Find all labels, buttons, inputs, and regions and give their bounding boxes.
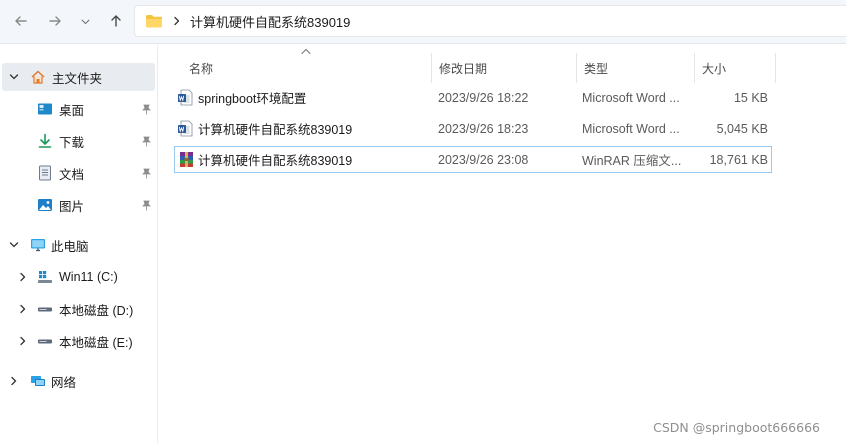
arrow-left-icon: [15, 16, 27, 26]
pin-icon[interactable]: [141, 168, 152, 179]
file-name: 计算机硬件自配系统839019: [198, 123, 353, 137]
chevron-right-icon[interactable]: [18, 304, 28, 314]
word-document-icon: [177, 89, 194, 106]
sidebar-item-label: 本地磁盘 (D:): [59, 303, 134, 318]
file-row-selected[interactable]: 计算机硬件自配系统839019 2023/9/26 23:08 WinRAR 压…: [174, 146, 772, 173]
file-name: 计算机硬件自配系统839019: [198, 154, 353, 168]
address-bar[interactable]: 计算机硬件自配系统839019: [134, 5, 846, 37]
sidebar-item-label: 主文件夹: [52, 71, 103, 86]
back-button[interactable]: [6, 6, 36, 36]
drive-icon: [37, 333, 53, 349]
up-button[interactable]: [101, 6, 131, 36]
file-size: 18,761 KB: [709, 152, 768, 167]
word-document-icon: [177, 120, 194, 137]
file-row[interactable]: 计算机硬件自配系统839019 2023/9/26 18:23 Microsof…: [174, 116, 772, 143]
folder-icon: [146, 15, 162, 28]
column-header-name[interactable]: 名称: [182, 53, 432, 83]
pin-icon[interactable]: [141, 136, 152, 147]
chevron-right-icon[interactable]: [9, 376, 19, 386]
toolbar: 计算机硬件自配系统839019: [0, 0, 846, 44]
sidebar-item-label: 下载: [59, 135, 85, 150]
navigation-pane: 主文件夹 桌面 下载 文档 图片 此电脑 Win11 (C:) 本地磁盘 (D:…: [0, 45, 158, 443]
chevron-right-icon: [174, 16, 180, 26]
sidebar-item-pictures[interactable]: 图片: [0, 191, 155, 219]
column-header-label: 修改日期: [439, 61, 488, 76]
computer-icon: [30, 237, 46, 253]
watermark: CSDN @springboot666666: [653, 420, 820, 435]
column-header-label: 名称: [189, 61, 214, 76]
recent-locations-button[interactable]: [72, 6, 98, 36]
file-row[interactable]: springboot环境配置 2023/9/26 18:22 Microsoft…: [174, 85, 772, 112]
file-date: 2023/9/26 23:08: [438, 152, 529, 167]
sidebar-item-desktop[interactable]: 桌面: [0, 95, 155, 123]
column-header-date[interactable]: 修改日期: [432, 53, 577, 83]
sidebar-item-downloads[interactable]: 下载: [0, 127, 155, 155]
file-name: springboot环境配置: [198, 92, 307, 106]
file-type: Microsoft Word ...: [582, 90, 680, 105]
pin-icon[interactable]: [141, 200, 152, 211]
network-icon: [30, 373, 46, 389]
chevron-down-icon[interactable]: [9, 240, 19, 250]
home-icon: [30, 69, 46, 85]
file-list: 名称 修改日期 类型 大小 springboot环境配置 2023/9/26 1…: [159, 45, 846, 443]
sidebar-item-home[interactable]: 主文件夹: [2, 63, 155, 91]
arrow-right-icon: [49, 16, 61, 26]
sidebar-item-drive-e[interactable]: 本地磁盘 (E:): [0, 327, 155, 355]
forward-button[interactable]: [40, 6, 70, 36]
pictures-icon: [37, 197, 53, 213]
chevron-down-icon[interactable]: [9, 72, 19, 82]
sidebar-item-label: Win11 (C:): [59, 270, 118, 284]
sidebar-item-drive-d[interactable]: 本地磁盘 (D:): [0, 295, 155, 323]
download-icon: [37, 133, 53, 149]
file-size: 15 KB: [733, 90, 768, 105]
drive-icon: [37, 301, 53, 317]
chevron-down-icon: [81, 19, 89, 24]
sidebar-item-label: 此电脑: [51, 239, 89, 254]
sidebar-item-network[interactable]: 网络: [0, 367, 155, 395]
sidebar-item-drive-c[interactable]: Win11 (C:): [0, 263, 155, 291]
file-size: 5,045 KB: [716, 121, 768, 136]
file-date: 2023/9/26 18:22: [438, 90, 529, 105]
column-header-label: 大小: [702, 61, 727, 76]
document-icon: [37, 165, 53, 181]
column-header-size[interactable]: 大小: [695, 53, 776, 83]
chevron-right-icon[interactable]: [18, 336, 28, 346]
sidebar-item-label: 桌面: [59, 103, 85, 118]
windows-drive-icon: [37, 269, 53, 285]
file-date: 2023/9/26 18:23: [438, 121, 529, 136]
sidebar-item-label: 本地磁盘 (E:): [59, 335, 133, 350]
file-type: Microsoft Word ...: [582, 121, 680, 136]
chevron-right-icon[interactable]: [18, 272, 28, 282]
arrow-up-icon: [111, 15, 121, 27]
winrar-archive-icon: [178, 151, 195, 168]
sidebar-item-this-pc[interactable]: 此电脑: [0, 231, 155, 259]
breadcrumb-current[interactable]: 计算机硬件自配系统839019: [190, 12, 350, 31]
column-header-label: 类型: [584, 61, 609, 76]
sidebar-item-label: 图片: [59, 199, 85, 214]
sidebar-item-label: 文档: [59, 167, 85, 182]
sidebar-item-documents[interactable]: 文档: [0, 159, 155, 187]
file-type: WinRAR 压缩文...: [582, 154, 682, 168]
desktop-icon: [37, 101, 53, 117]
column-header-type[interactable]: 类型: [577, 53, 695, 83]
sidebar-item-label: 网络: [51, 375, 77, 390]
pin-icon[interactable]: [141, 104, 152, 115]
